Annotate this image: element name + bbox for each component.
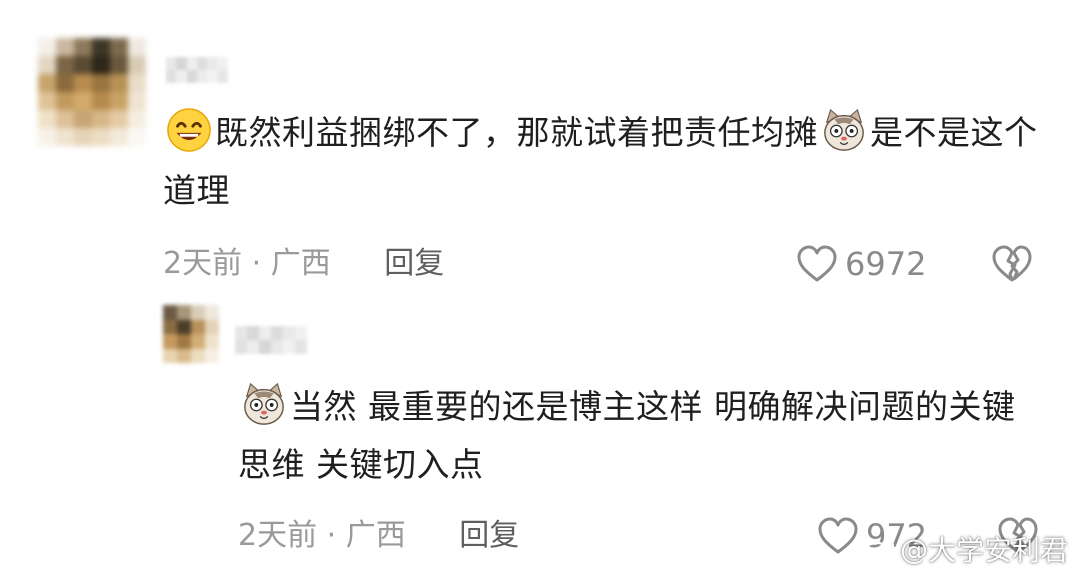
like-count: 6972	[845, 245, 927, 283]
username-redacted[interactable]	[235, 326, 307, 354]
avatar[interactable]	[163, 305, 219, 363]
reply-button[interactable]: 回复	[384, 246, 444, 281]
broken-heart-icon[interactable]	[990, 244, 1034, 284]
like-button[interactable]: 6972	[795, 242, 926, 286]
username-redacted[interactable]	[166, 57, 228, 83]
heart-icon	[818, 517, 858, 554]
comment-location: 广西	[270, 246, 331, 281]
watermark-at: @	[899, 532, 928, 566]
comment-time: 2天前	[163, 246, 243, 281]
comment-text-part1: 既然利益捆绑不了，那就试着把责任均摊	[215, 113, 818, 152]
cat-face-emoji-icon	[244, 382, 284, 425]
reply-text: 当然 最重要的还是博主这样 明确解决问题的关键思维 关键切入点	[238, 387, 1016, 484]
heart-icon	[797, 245, 837, 282]
avatar[interactable]	[38, 38, 146, 146]
comment-body: 既然利益捆绑不了，那就试着把责任均摊 是不是这个道理	[163, 104, 1043, 220]
meta-separator: ·	[326, 518, 337, 553]
grinning-emoji-icon	[167, 108, 211, 152]
comment-time: 2天前	[238, 518, 318, 553]
comment-location: 广西	[345, 518, 406, 553]
reply-meta: 2天前 · 广西 回复	[238, 516, 519, 556]
weibo-logo-icon	[862, 537, 895, 563]
meta-separator: ·	[251, 246, 262, 281]
comment-meta: 2天前 · 广西 回复	[163, 244, 444, 284]
cat-face-emoji-icon	[824, 108, 864, 151]
reply-button[interactable]: 回复	[459, 518, 519, 553]
watermark-handle: 大学安利君	[927, 534, 1068, 567]
comment-thread: 既然利益捆绑不了，那就试着把责任均摊 是不是这个道理 2天前 · 广西 回复 6…	[0, 0, 1080, 575]
weibo-watermark: @ 大学安利君	[862, 529, 1068, 569]
reply-body: 当然 最重要的还是博主这样 明确解决问题的关键思维 关键切入点	[238, 378, 1048, 494]
